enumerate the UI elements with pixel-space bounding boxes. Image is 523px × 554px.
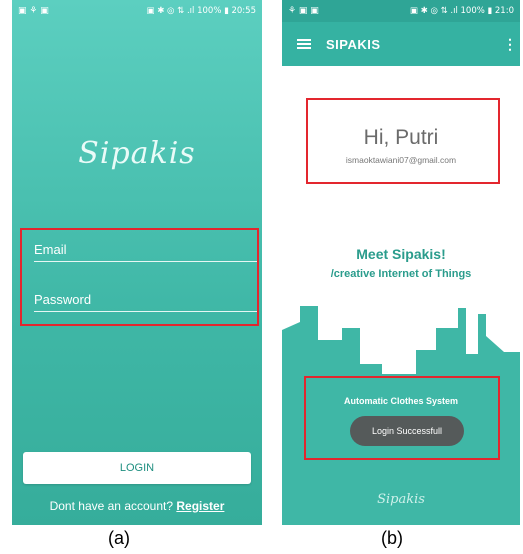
notification-icons: ⚘ ▣ ▣ (288, 6, 319, 16)
status-indicators: ▣ ✱ ◎ ⇅ .ıl 100% ▮ 21:0 (409, 6, 514, 16)
login-screen: ▣ ⚘ ▣ ▣ ✱ ◎ ⇅ .ıl 100% ▮ 20:55 Sipakis E… (12, 0, 262, 525)
app-title: SIPAKIS (326, 36, 381, 52)
hamburger-menu-icon[interactable] (282, 22, 326, 66)
tagline: /creative Internet of Things (330, 268, 472, 280)
caption-b: (b) (381, 528, 403, 548)
status-indicators: ▣ ✱ ◎ ⇅ .ıl 100% ▮ 20:55 (146, 6, 256, 16)
app-logo: Sipakis (78, 136, 196, 171)
home-screen: ⚘ ▣ ▣ ▣ ✱ ◎ ⇅ .ıl 100% ▮ 21:0 SIPAKIS ⋮ … (282, 0, 520, 525)
register-prompt-line: Dont have an account? Register (12, 499, 262, 513)
register-link[interactable]: Register (176, 499, 224, 513)
overflow-menu-icon[interactable]: ⋮ (503, 22, 517, 66)
highlight-box-credentials (20, 228, 259, 326)
status-bar: ▣ ⚘ ▣ ▣ ✱ ◎ ⇅ .ıl 100% ▮ 20:55 (12, 0, 262, 22)
login-button[interactable]: LOGIN (23, 452, 251, 484)
highlight-box-toast (304, 376, 500, 460)
register-prompt: Dont have an account? (49, 499, 174, 513)
app-bar: SIPAKIS ⋮ (282, 22, 520, 66)
meet-title: Meet Sipakis! (356, 246, 446, 262)
status-bar: ⚘ ▣ ▣ ▣ ✱ ◎ ⇅ .ıl 100% ▮ 21:0 (282, 0, 520, 22)
caption-a: (a) (108, 528, 130, 548)
highlight-box-profile (306, 98, 500, 184)
notification-icons: ▣ ⚘ ▣ (18, 6, 49, 16)
footer-logo: Sipakis (377, 492, 425, 507)
